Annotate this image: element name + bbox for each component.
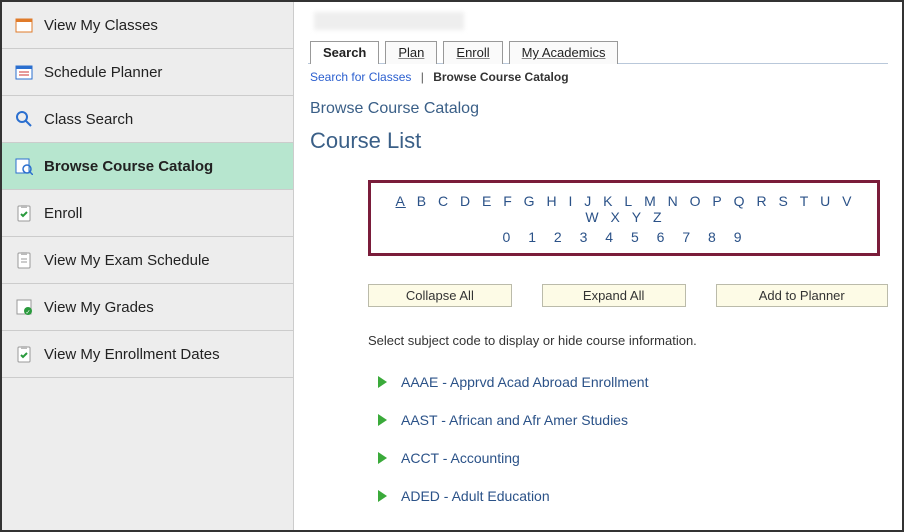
sidebar-item-label: View My Classes (44, 17, 158, 34)
alpha-digit-9[interactable]: 9 (731, 229, 749, 245)
sidebar-item-label: View My Grades (44, 299, 154, 316)
alpha-letters: A B C D E F G H I J K L M N O P Q R S T … (383, 193, 865, 225)
alpha-digit-0[interactable]: 0 (500, 229, 518, 245)
search-icon (14, 109, 34, 129)
svg-text:✓: ✓ (25, 310, 30, 316)
alpha-letter-C[interactable]: C (435, 193, 452, 209)
alpha-letter-F[interactable]: F (500, 193, 516, 209)
breadcrumb: Search for Classes | Browse Course Catal… (308, 66, 888, 94)
page-title: Course List (310, 128, 888, 154)
subject-row: ADED - Adult Education (378, 488, 888, 504)
sidebar: View My Classes Schedule Planner Class Sea… (2, 2, 294, 530)
alpha-letter-E[interactable]: E (479, 193, 495, 209)
expand-triangle-icon[interactable] (378, 490, 387, 502)
clipboard-check-icon (14, 344, 34, 364)
subject-link[interactable]: AAST - African and Afr Amer Studies (401, 412, 628, 428)
sidebar-item-schedule-planner[interactable]: Schedule Planner (2, 49, 293, 96)
sidebar-item-label: View My Exam Schedule (44, 252, 210, 269)
alpha-letter-L[interactable]: L (621, 193, 636, 209)
alpha-letter-A[interactable]: A (392, 193, 408, 209)
subject-link[interactable]: AAAE - Apprvd Acad Abroad Enrollment (401, 374, 648, 390)
sidebar-item-class-search[interactable]: Class Search (2, 96, 293, 143)
alpha-letter-Z[interactable]: Z (650, 209, 666, 225)
tab-enroll[interactable]: Enroll (443, 41, 502, 64)
alpha-letter-I[interactable]: I (565, 193, 576, 209)
sidebar-item-label: Schedule Planner (44, 64, 162, 81)
clipboard-check-icon (14, 203, 34, 223)
alpha-letter-H[interactable]: H (543, 193, 560, 209)
alpha-letter-J[interactable]: J (581, 193, 595, 209)
sidebar-item-label: Enroll (44, 205, 82, 222)
alpha-letter-G[interactable]: G (521, 193, 539, 209)
alpha-letter-K[interactable]: K (600, 193, 616, 209)
alpha-letter-S[interactable]: S (775, 193, 791, 209)
alpha-letter-O[interactable]: O (687, 193, 705, 209)
catalog-icon (14, 156, 34, 176)
breadcrumb-separator: | (421, 70, 424, 84)
action-buttons: Collapse All Expand All Add to Planner (368, 284, 888, 307)
alpha-digit-7[interactable]: 7 (679, 229, 697, 245)
clipboard-icon (14, 250, 34, 270)
expand-triangle-icon[interactable] (378, 452, 387, 464)
subject-row: AAST - African and Afr Amer Studies (378, 412, 888, 428)
subject-link[interactable]: ADED - Adult Education (401, 488, 550, 504)
tab-my-academics[interactable]: My Academics (509, 41, 619, 64)
sidebar-item-view-my-enrollment-dates[interactable]: View My Enrollment Dates (2, 331, 293, 378)
expand-all-button[interactable]: Expand All (542, 284, 686, 307)
alpha-digit-5[interactable]: 5 (628, 229, 646, 245)
grades-icon: ✓ (14, 297, 34, 317)
alpha-letter-R[interactable]: R (753, 193, 770, 209)
alpha-letter-X[interactable]: X (608, 209, 624, 225)
alpha-digit-1[interactable]: 1 (525, 229, 543, 245)
expand-triangle-icon[interactable] (378, 414, 387, 426)
sidebar-item-enroll[interactable]: Enroll (2, 190, 293, 237)
sidebar-item-view-my-classes[interactable]: View My Classes (2, 2, 293, 49)
sidebar-item-label: Class Search (44, 111, 133, 128)
alpha-letter-W[interactable]: W (582, 209, 602, 225)
subject-link[interactable]: ACCT - Accounting (401, 450, 520, 466)
alpha-digit-8[interactable]: 8 (705, 229, 723, 245)
alpha-digit-2[interactable]: 2 (551, 229, 569, 245)
alpha-letter-T[interactable]: T (797, 193, 813, 209)
sidebar-item-browse-course-catalog[interactable]: Browse Course Catalog (2, 143, 293, 190)
sidebar-item-label: Browse Course Catalog (44, 158, 213, 175)
alpha-letter-Q[interactable]: Q (731, 193, 749, 209)
alpha-digits: 0 1 2 3 4 5 6 7 8 9 (383, 229, 865, 245)
alpha-letter-M[interactable]: M (641, 193, 660, 209)
breadcrumb-current: Browse Course Catalog (433, 70, 568, 84)
alpha-index: A B C D E F G H I J K L M N O P Q R S T … (368, 180, 880, 256)
tab-search[interactable]: Search (310, 41, 379, 64)
sidebar-item-label: View My Enrollment Dates (44, 346, 220, 363)
add-to-planner-button[interactable]: Add to Planner (716, 284, 888, 307)
breadcrumb-link[interactable]: Search for Classes (310, 70, 411, 84)
collapse-all-button[interactable]: Collapse All (368, 284, 512, 307)
sidebar-item-view-my-exam-schedule[interactable]: View My Exam Schedule (2, 237, 293, 284)
alpha-letter-V[interactable]: V (839, 193, 855, 209)
subject-list: AAAE - Apprvd Acad Abroad Enrollment AAST… (378, 374, 888, 504)
subject-row: ACCT - Accounting (378, 450, 888, 466)
alpha-letter-U[interactable]: U (817, 193, 834, 209)
student-name-redacted (314, 12, 464, 30)
planner-icon (14, 62, 34, 82)
section-title: Browse Course Catalog (310, 100, 888, 118)
alpha-letter-Y[interactable]: Y (629, 209, 645, 225)
calendar-icon (14, 15, 34, 35)
sidebar-item-view-my-grades[interactable]: ✓ View My Grades (2, 284, 293, 331)
alpha-letter-D[interactable]: D (457, 193, 474, 209)
tab-plan[interactable]: Plan (385, 41, 437, 64)
alpha-letter-P[interactable]: P (709, 193, 725, 209)
alpha-letter-B[interactable]: B (414, 193, 430, 209)
instruction-text: Select subject code to display or hide c… (368, 333, 888, 348)
top-tabs: Search Plan Enroll My Academics (308, 40, 888, 64)
alpha-letter-N[interactable]: N (665, 193, 682, 209)
alpha-digit-3[interactable]: 3 (577, 229, 595, 245)
expand-triangle-icon[interactable] (378, 376, 387, 388)
main-content: Search Plan Enroll My Academics Search for … (294, 2, 902, 530)
alpha-digit-6[interactable]: 6 (654, 229, 672, 245)
alpha-digit-4[interactable]: 4 (602, 229, 620, 245)
subject-row: AAAE - Apprvd Acad Abroad Enrollment (378, 374, 888, 390)
